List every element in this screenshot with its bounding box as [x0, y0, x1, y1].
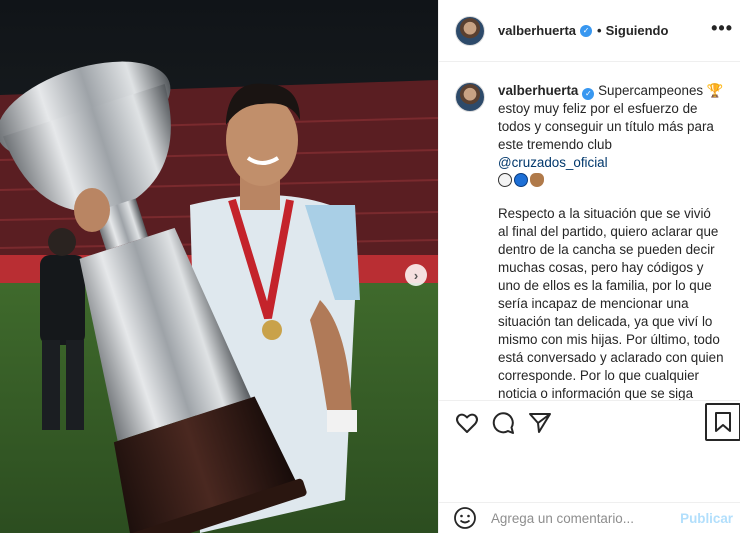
avatar[interactable]: [455, 15, 485, 46]
heart-icon[interactable]: [455, 411, 479, 435]
verified-badge-icon: ✓: [582, 88, 595, 100]
trophy-emoji: 🏆: [706, 83, 724, 98]
verified-badge-icon: ✓: [580, 24, 593, 37]
more-options-icon[interactable]: •••: [711, 19, 733, 37]
following-button[interactable]: Siguiendo: [606, 23, 669, 38]
comment-icon[interactable]: [491, 411, 515, 435]
caption-area: valberhuerta ✓ Supercampeones 🏆 estoy muy…: [439, 62, 740, 400]
post-photo[interactable]: ›: [0, 0, 438, 533]
emoji-row: [498, 173, 725, 187]
blue-circle-icon: [514, 173, 528, 187]
post-header: valberhuerta ✓ • Siguiendo •••: [439, 0, 740, 62]
post-image: [0, 0, 438, 533]
share-icon[interactable]: [528, 411, 552, 435]
caption-text: valberhuerta ✓ Supercampeones 🏆 estoy muy…: [498, 82, 725, 400]
comment-input[interactable]: [491, 510, 681, 526]
bookmark-icon: [715, 412, 731, 432]
username-link[interactable]: valberhuerta: [498, 23, 576, 38]
separator: •: [597, 23, 602, 38]
next-image-button[interactable]: ›: [405, 264, 427, 286]
caption-username-link[interactable]: valberhuerta: [498, 83, 578, 98]
emoji-icon[interactable]: [453, 506, 477, 530]
comment-bar: Publicar: [439, 502, 740, 533]
publish-button[interactable]: Publicar: [680, 511, 733, 526]
clapping-hand-icon: [530, 173, 544, 187]
post-sidebar: valberhuerta ✓ • Siguiendo ••• valberhue…: [438, 0, 740, 533]
caption-line: estoy muy feliz por el esfuerzo de todos…: [498, 101, 714, 152]
action-bar: [439, 400, 740, 446]
white-circle-icon: [498, 173, 512, 187]
save-button[interactable]: [705, 403, 740, 441]
mention-link[interactable]: @cruzados_oficial: [498, 155, 608, 170]
caption-paragraph: Respecto a la situación que se vivió al …: [498, 206, 724, 400]
caption-first-text: Supercampeones: [598, 83, 704, 98]
avatar[interactable]: [455, 82, 485, 112]
